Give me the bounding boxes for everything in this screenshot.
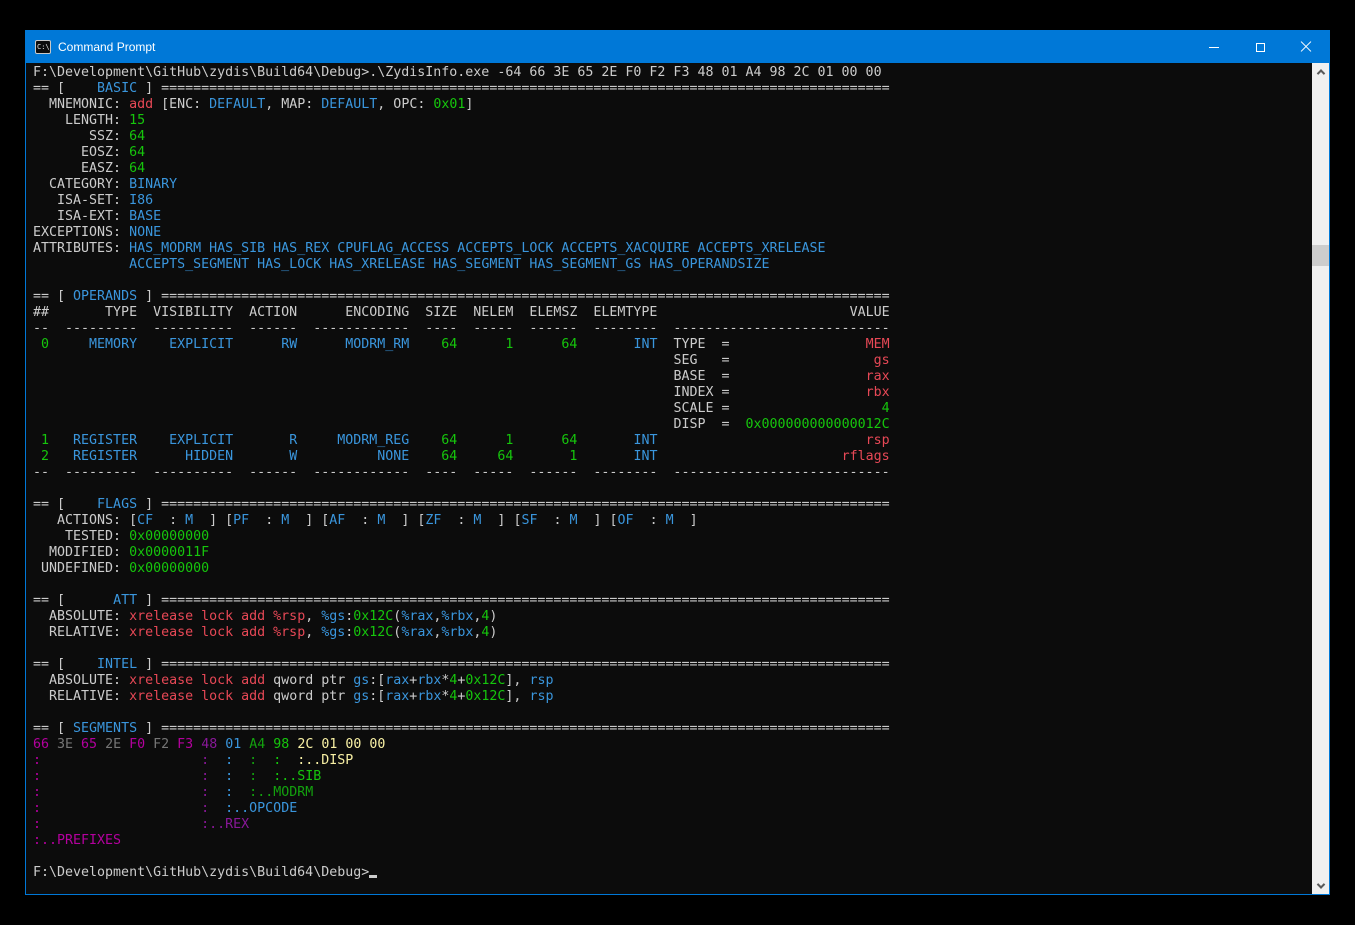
console-output[interactable]: F:\Development\GitHub\zydis\Build64\Debu…	[26, 63, 1312, 894]
console-line: MODIFIED: 0x0000011F	[33, 545, 1312, 561]
console-line: == [ OPERANDS ] ========================…	[33, 289, 1312, 305]
console-line: 2 REGISTER HIDDEN W NONE 64 64 1 INT rfl…	[33, 449, 1312, 465]
console-line: SCALE = 4	[33, 401, 1312, 417]
console-line: DISP = 0x000000000000012C	[33, 417, 1312, 433]
close-icon	[1300, 41, 1312, 53]
console-line: ISA-SET: I86	[33, 193, 1312, 209]
console-line: ABSOLUTE: xrelease lock add qword ptr gs…	[33, 673, 1312, 689]
console-line: : : :..OPCODE	[33, 801, 1312, 817]
console-line: == [ BASIC ] ===========================…	[33, 81, 1312, 97]
console-line: : :..REX	[33, 817, 1312, 833]
console-line: 1 REGISTER EXPLICIT R MODRM_REG 64 1 64 …	[33, 433, 1312, 449]
console-line: LENGTH: 15	[33, 113, 1312, 129]
console-line: UNDEFINED: 0x00000000	[33, 561, 1312, 577]
window-controls	[1191, 31, 1329, 63]
console-line: == [ SEGMENTS ] ========================…	[33, 721, 1312, 737]
console-line: : : : :..MODRM	[33, 785, 1312, 801]
console-line: EOSZ: 64	[33, 145, 1312, 161]
scrollbar-thumb[interactable]	[1312, 245, 1329, 266]
console-line: EASZ: 64	[33, 161, 1312, 177]
console-line: ACTIONS: [CF : M ] [PF : M ] [AF : M ] […	[33, 513, 1312, 529]
console-line: :..PREFIXES	[33, 833, 1312, 849]
chevron-up-icon	[1316, 69, 1324, 77]
console-line: ## TYPE VISIBILITY ACTION ENCODING SIZE …	[33, 305, 1312, 321]
console-line: == [ INTEL ] ===========================…	[33, 657, 1312, 673]
console-line: INDEX = rbx	[33, 385, 1312, 401]
console-line: == [ FLAGS ] ===========================…	[33, 497, 1312, 513]
console-line: : : : : : :..DISP	[33, 753, 1312, 769]
maximize-icon	[1256, 43, 1265, 52]
console-line: SSZ: 64	[33, 129, 1312, 145]
maximize-button[interactable]	[1237, 31, 1283, 63]
console-line: TESTED: 0x00000000	[33, 529, 1312, 545]
minimize-icon	[1209, 47, 1219, 48]
scrollbar[interactable]	[1312, 63, 1329, 894]
scrollbar-up-button[interactable]	[1312, 63, 1329, 80]
console-line: 66 3E 65 2E F0 F2 F3 48 01 A4 98 2C 01 0…	[33, 737, 1312, 753]
console-line	[33, 577, 1312, 593]
console-line: CATEGORY: BINARY	[33, 177, 1312, 193]
console-line	[33, 481, 1312, 497]
chevron-down-icon	[1316, 880, 1324, 888]
console-line: MNEMONIC: add [ENC: DEFAULT, MAP: DEFAUL…	[33, 97, 1312, 113]
console-line	[33, 641, 1312, 657]
console-line: F:\Development\GitHub\zydis\Build64\Debu…	[33, 865, 1312, 881]
minimize-button[interactable]	[1191, 31, 1237, 63]
console-line: 0 MEMORY EXPLICIT RW MODRM_RM 64 1 64 IN…	[33, 337, 1312, 353]
console-line: -- --------- ---------- ------ ---------…	[33, 465, 1312, 481]
console-line: : : : : :..SIB	[33, 769, 1312, 785]
command-prompt-window: C:\_ Command Prompt F:\Development\GitHu…	[25, 30, 1330, 895]
close-button[interactable]	[1283, 31, 1329, 63]
console-line: BASE = rax	[33, 369, 1312, 385]
console-line: ISA-EXT: BASE	[33, 209, 1312, 225]
cmd-icon[interactable]: C:\_	[35, 40, 51, 54]
console-line	[33, 705, 1312, 721]
title-bar[interactable]: C:\_ Command Prompt	[26, 31, 1329, 63]
console-line: SEG = gs	[33, 353, 1312, 369]
console-line: EXCEPTIONS: NONE	[33, 225, 1312, 241]
console-line: -- --------- ---------- ------ ---------…	[33, 321, 1312, 337]
console-line	[33, 849, 1312, 865]
console-line: F:\Development\GitHub\zydis\Build64\Debu…	[33, 65, 1312, 81]
text-cursor	[369, 875, 377, 878]
console-line: RELATIVE: xrelease lock add qword ptr gs…	[33, 689, 1312, 705]
console-line: ATTRIBUTES: HAS_MODRM HAS_SIB HAS_REX CP…	[33, 241, 1312, 257]
window-client-area: F:\Development\GitHub\zydis\Build64\Debu…	[26, 63, 1329, 894]
console-line: ACCEPTS_SEGMENT HAS_LOCK HAS_XRELEASE HA…	[33, 257, 1312, 273]
console-line	[33, 273, 1312, 289]
console-line: ABSOLUTE: xrelease lock add %rsp, %gs:0x…	[33, 609, 1312, 625]
console-line: RELATIVE: xrelease lock add %rsp, %gs:0x…	[33, 625, 1312, 641]
window-title: Command Prompt	[58, 40, 155, 54]
scrollbar-down-button[interactable]	[1312, 877, 1329, 894]
console-line: == [ ATT ] =============================…	[33, 593, 1312, 609]
